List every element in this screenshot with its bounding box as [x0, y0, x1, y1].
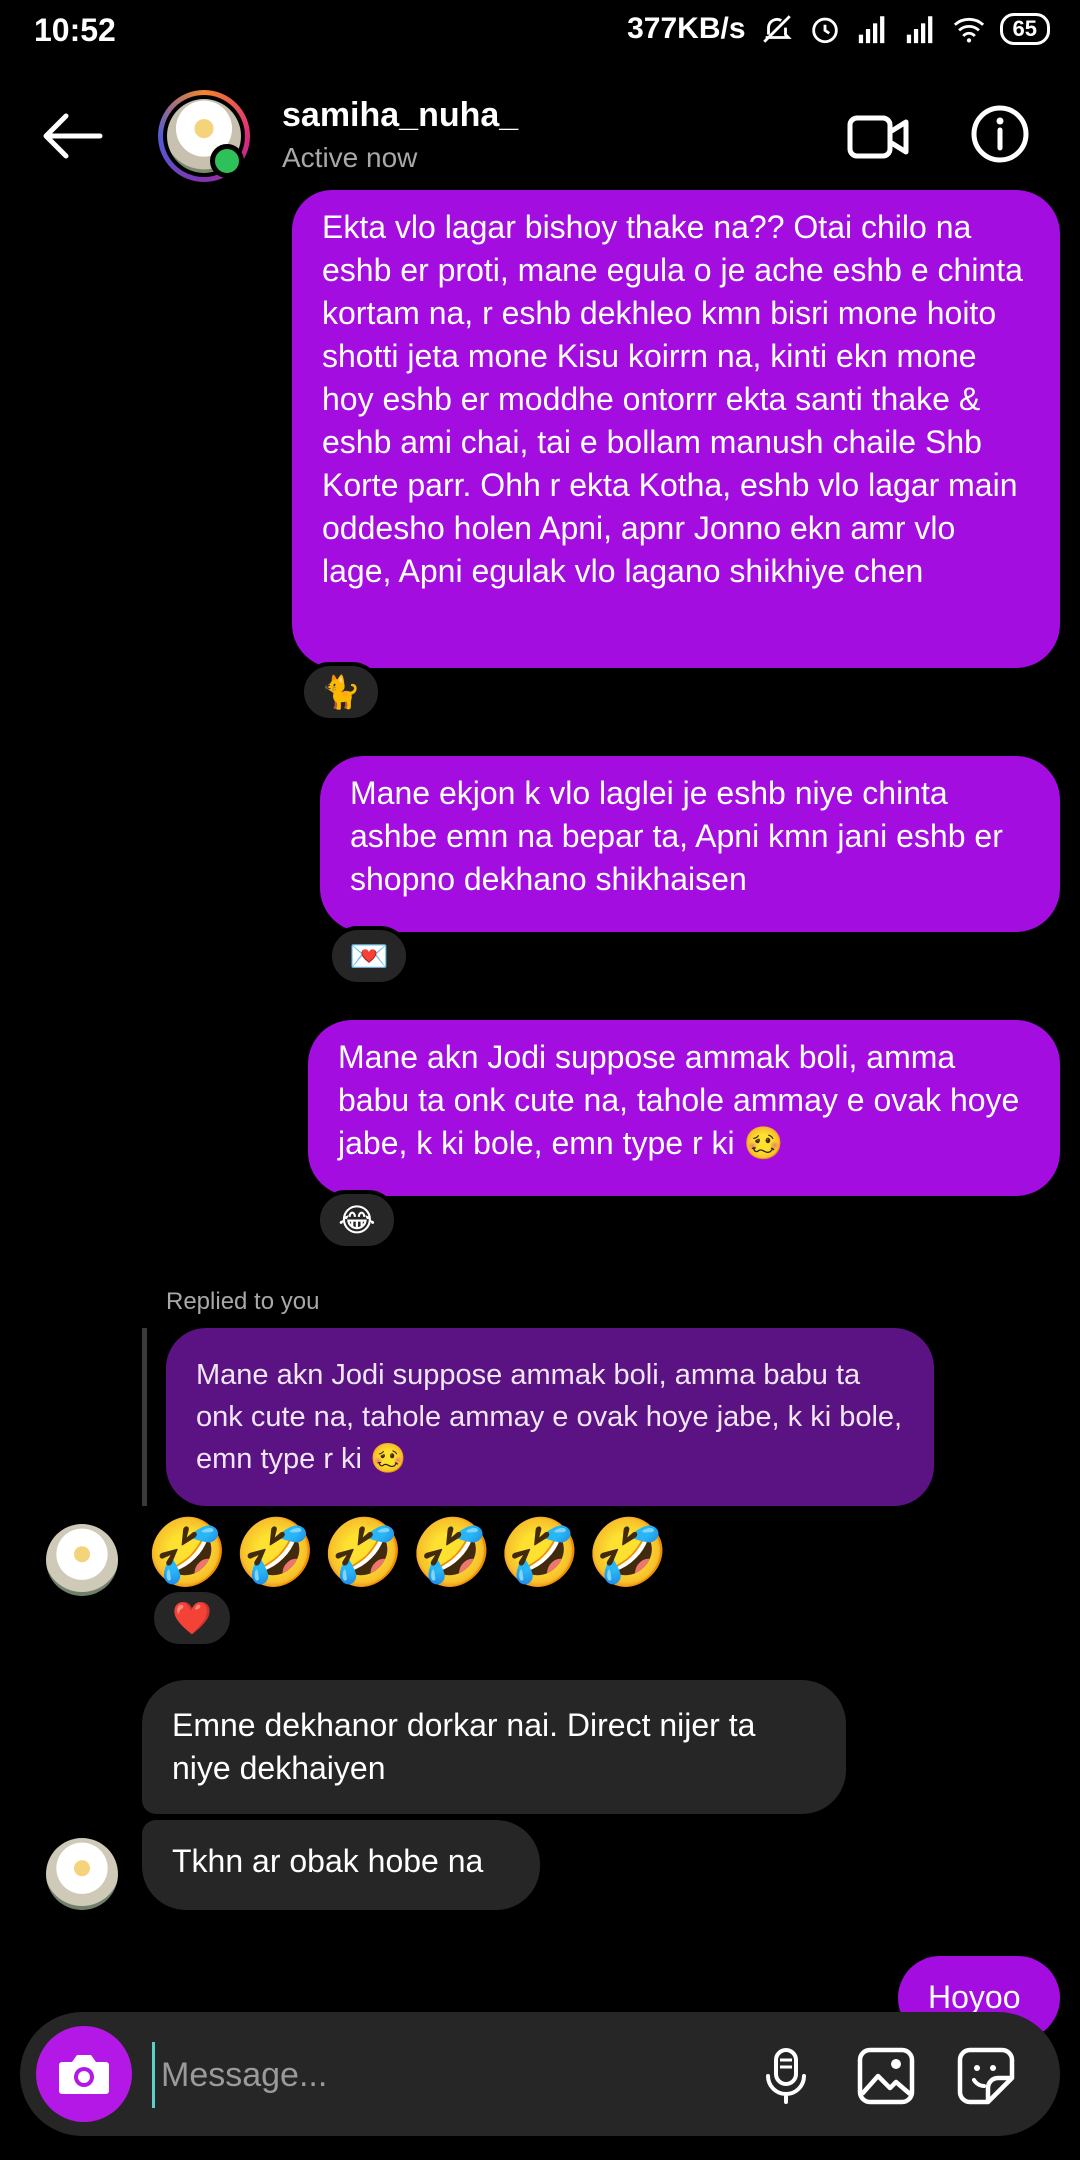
info-icon[interactable] [970, 104, 1030, 164]
mute-icon [762, 15, 792, 43]
sent-message[interactable]: Ekta vlo lagar bishoy thake na?? Otai ch… [292, 190, 1060, 668]
received-message[interactable]: Emne dekhanor dorkar nai. Direct nijer t… [142, 1680, 846, 1814]
gallery-icon[interactable] [856, 2046, 916, 2106]
video-call-icon[interactable] [846, 112, 910, 162]
wifi-icon [953, 17, 984, 43]
active-status: Active now [282, 142, 418, 173]
quoted-message[interactable]: Mane akn Jodi suppose ammak boli, amma b… [166, 1328, 934, 1506]
message-reaction[interactable]: 🐈 [300, 662, 382, 722]
camera-button[interactable] [36, 2026, 132, 2122]
online-indicator [210, 144, 244, 178]
microphone-icon[interactable] [756, 2046, 816, 2106]
back-arrow-icon[interactable] [40, 112, 104, 160]
status-time: 10:52 [34, 12, 116, 48]
message-composer [20, 2012, 1060, 2136]
reply-divider [142, 1328, 147, 1506]
sent-message[interactable]: Mane ekjon k vlo laglei je eshb niye chi… [320, 756, 1060, 932]
message-reaction[interactable]: ❤️ [150, 1588, 234, 1648]
received-message[interactable]: Tkhn ar obak hobe na [142, 1820, 540, 1910]
sender-avatar[interactable] [46, 1838, 118, 1910]
status-icons: 377KB/s 65 [627, 12, 1050, 46]
camera-icon [59, 2055, 109, 2094]
sticker-icon[interactable] [956, 2046, 1016, 2106]
message-reaction[interactable]: 😂 [316, 1190, 398, 1250]
sent-message[interactable]: Mane akn Jodi suppose ammak boli, amma b… [308, 1020, 1060, 1196]
alarm-icon [811, 17, 838, 44]
status-bar: 10:52 377KB/s 65 [0, 0, 1080, 62]
signal-icon-2 [906, 16, 932, 44]
signal-icon [858, 16, 884, 44]
battery-indicator: 65 [999, 13, 1050, 45]
replied-label: Replied to you [166, 1288, 320, 1315]
message-reaction[interactable]: 💌 [328, 926, 410, 986]
emoji-message[interactable]: 🤣🤣🤣🤣🤣🤣 [146, 1514, 675, 1592]
chat-username[interactable]: samiha_nuha_ [282, 96, 518, 135]
sender-avatar[interactable] [46, 1524, 118, 1596]
network-speed: 377KB/s [627, 12, 746, 45]
message-input[interactable] [152, 2042, 723, 2108]
